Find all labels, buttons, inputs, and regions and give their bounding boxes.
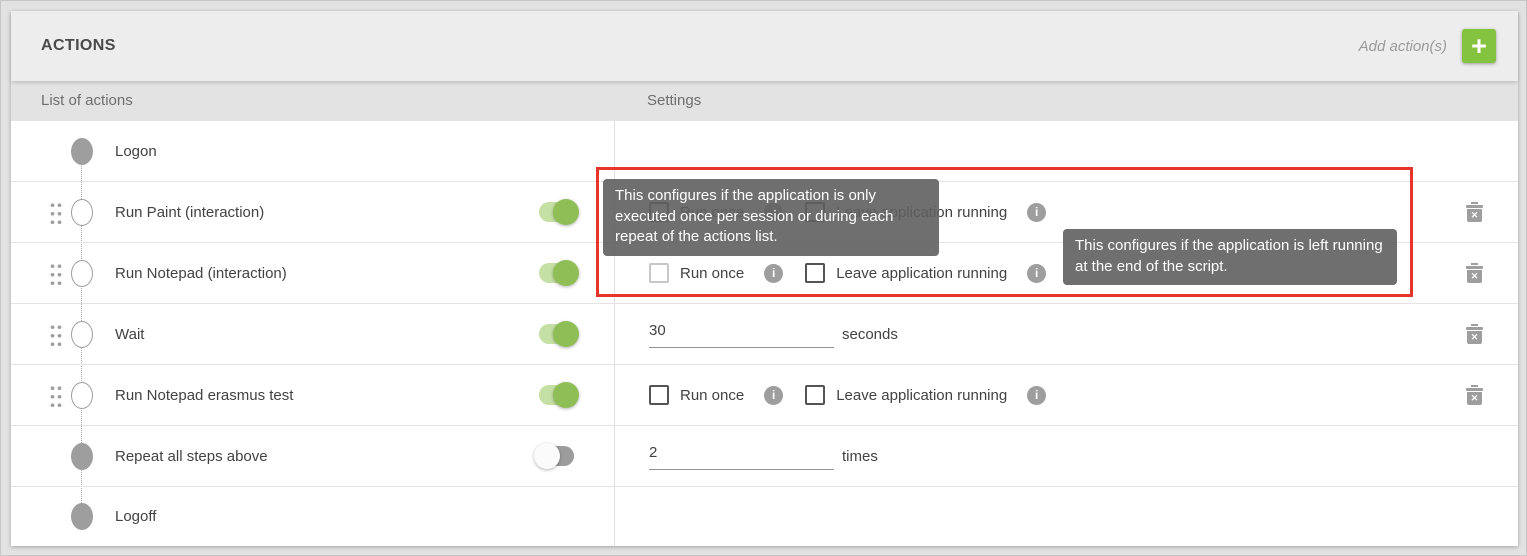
- drag-handle-icon[interactable]: [50, 323, 62, 346]
- run-once-label: Run once: [680, 387, 744, 404]
- toggle-thumb: [553, 260, 579, 286]
- settings-cell-empty: [615, 121, 1518, 181]
- enable-toggle[interactable]: [539, 263, 574, 283]
- info-icon[interactable]: i: [1027, 264, 1046, 283]
- settings-cell: seconds: [615, 304, 1518, 364]
- delete-action-button[interactable]: ✕: [1466, 385, 1483, 405]
- trash-icon: ✕: [1467, 209, 1482, 222]
- trash-icon: [1466, 388, 1483, 391]
- run-once-checkbox[interactable]: [649, 263, 669, 283]
- action-row-repeat: Repeat all steps above times: [11, 426, 1518, 487]
- drag-handle-icon[interactable]: [50, 201, 62, 224]
- plus-icon: +: [1471, 31, 1487, 61]
- trash-x-glyph: ✕: [1471, 333, 1479, 342]
- action-label: Run Notepad (interaction): [115, 243, 287, 303]
- step-node-icon: [71, 503, 93, 530]
- info-glyph: i: [1035, 388, 1038, 402]
- delete-action-button[interactable]: ✕: [1466, 202, 1483, 222]
- run-once-label: Run once: [680, 265, 744, 282]
- settings-cell: Run once i Leave application running i: [615, 365, 1518, 425]
- panel-header: ACTIONS Add action(s) +: [11, 11, 1518, 81]
- action-row-wait: Wait seconds ✕: [11, 304, 1518, 365]
- trash-icon: [1466, 266, 1483, 269]
- trash-x-glyph: ✕: [1471, 394, 1479, 403]
- action-label: Logon: [115, 121, 157, 181]
- action-label: Repeat all steps above: [115, 426, 268, 486]
- action-label: Wait: [115, 304, 144, 364]
- action-label: Logoff: [115, 487, 156, 546]
- repeat-unit-label: times: [842, 448, 878, 465]
- column-header-list: List of actions: [41, 81, 133, 121]
- action-row-logon: Logon: [11, 121, 1518, 182]
- enable-toggle[interactable]: [539, 324, 574, 344]
- run-once-checkbox[interactable]: [649, 385, 669, 405]
- header-actions: Add action(s) +: [1359, 29, 1496, 63]
- trash-icon: [1471, 263, 1478, 265]
- trash-icon: ✕: [1467, 331, 1482, 344]
- enable-toggle[interactable]: [539, 202, 574, 222]
- settings-cell-empty: [615, 487, 1518, 546]
- trash-icon: ✕: [1467, 392, 1482, 405]
- toggle-thumb: [553, 382, 579, 408]
- action-row-logoff: Logoff: [11, 487, 1518, 546]
- drag-handle-icon[interactable]: [50, 262, 62, 285]
- trash-icon: [1471, 385, 1478, 387]
- trash-icon: [1471, 324, 1478, 326]
- leave-running-label: Leave application running: [836, 387, 1007, 404]
- step-node-icon: [71, 382, 93, 409]
- info-icon[interactable]: i: [1027, 386, 1046, 405]
- trash-icon: [1466, 205, 1483, 208]
- toggle-thumb: [553, 321, 579, 347]
- screenshot-page: ACTIONS Add action(s) + List of actions …: [0, 0, 1527, 556]
- info-icon[interactable]: i: [764, 264, 783, 283]
- info-icon[interactable]: i: [764, 386, 783, 405]
- column-headers: List of actions Settings: [11, 81, 1518, 121]
- step-node-icon: [71, 138, 93, 165]
- trash-icon: [1466, 327, 1483, 330]
- step-node-icon: [71, 443, 93, 470]
- wait-unit-label: seconds: [842, 326, 898, 343]
- toggle-thumb: [553, 199, 579, 225]
- repeat-times-input[interactable]: [649, 442, 834, 470]
- trash-x-glyph: ✕: [1471, 272, 1479, 281]
- add-actions-label: Add action(s): [1359, 38, 1447, 55]
- leave-running-label: Leave application running: [836, 265, 1007, 282]
- step-node-icon: [71, 199, 93, 226]
- drag-handle-icon[interactable]: [50, 384, 62, 407]
- step-node-icon: [71, 321, 93, 348]
- trash-x-glyph: ✕: [1471, 211, 1479, 220]
- action-label: Run Paint (interaction): [115, 182, 264, 242]
- info-glyph: i: [772, 266, 775, 280]
- enable-toggle[interactable]: [539, 446, 574, 466]
- delete-action-button[interactable]: ✕: [1466, 324, 1483, 344]
- trash-icon: ✕: [1467, 270, 1482, 283]
- trash-icon: [1471, 202, 1478, 204]
- run-once-tooltip: This configures if the application is on…: [603, 179, 939, 256]
- info-icon[interactable]: i: [1027, 203, 1046, 222]
- info-glyph: i: [772, 388, 775, 402]
- leave-running-checkbox[interactable]: [805, 385, 825, 405]
- step-node-icon: [71, 260, 93, 287]
- action-row-run-notepad-erasmus: Run Notepad erasmus test Run once i Leav…: [11, 365, 1518, 426]
- toggle-thumb: [534, 443, 560, 469]
- action-label: Run Notepad erasmus test: [115, 365, 293, 425]
- add-action-button[interactable]: +: [1462, 29, 1496, 63]
- delete-action-button[interactable]: ✕: [1466, 263, 1483, 283]
- column-header-settings: Settings: [647, 81, 701, 121]
- enable-toggle[interactable]: [539, 385, 574, 405]
- leave-running-checkbox[interactable]: [805, 263, 825, 283]
- panel-title: ACTIONS: [41, 37, 116, 55]
- info-glyph: i: [1035, 266, 1038, 280]
- wait-seconds-input[interactable]: [649, 320, 834, 348]
- settings-cell: times: [615, 426, 1518, 486]
- leave-running-tooltip: This configures if the application is le…: [1063, 229, 1397, 285]
- info-glyph: i: [1035, 205, 1038, 219]
